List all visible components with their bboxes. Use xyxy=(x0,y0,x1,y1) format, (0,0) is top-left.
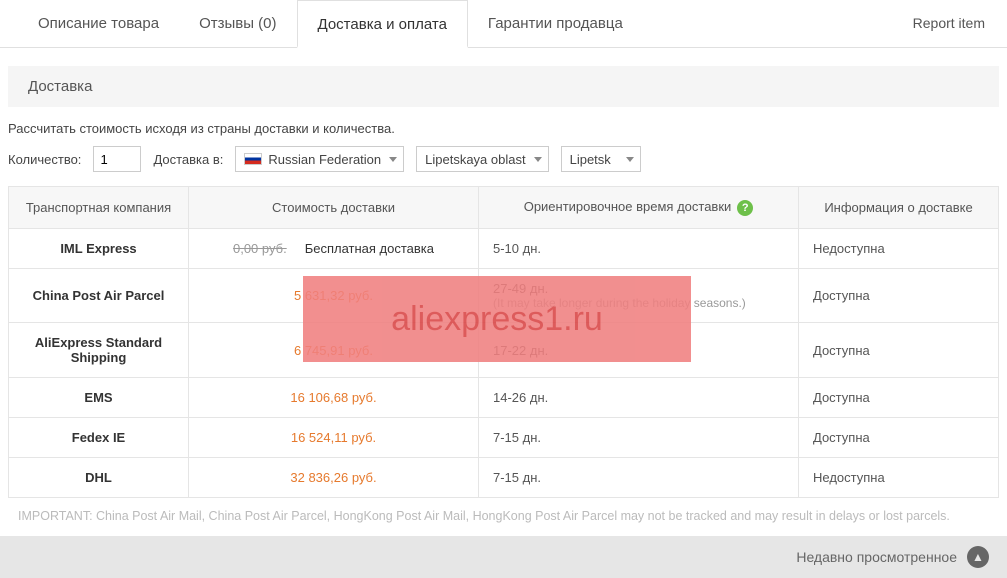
recently-viewed-label: Недавно просмотренное xyxy=(796,549,957,565)
quantity-label: Количество: xyxy=(8,152,81,167)
cell-company: DHL xyxy=(9,458,189,498)
table-row: DHL32 836,26 руб.7-15 дн.Недоступна xyxy=(9,458,999,498)
cell-time: 14-26 дн. xyxy=(479,378,799,418)
th-company: Транспортная компания xyxy=(9,187,189,229)
cell-cost: 16 524,11 руб. xyxy=(189,418,479,458)
cell-company: EMS xyxy=(9,378,189,418)
table-row: IML Express0,00 руб.Бесплатная доставка5… xyxy=(9,229,999,269)
table-row: Fedex IE16 524,11 руб.7-15 дн.Доступна xyxy=(9,418,999,458)
calc-instructions: Рассчитать стоимость исходя из страны до… xyxy=(0,107,1007,146)
tab-reviews[interactable]: Отзывы (0) xyxy=(179,0,296,47)
cell-cost: 16 106,68 руб. xyxy=(189,378,479,418)
tabs-bar: Описание товара Отзывы (0) Доставка и оп… xyxy=(0,0,1007,48)
watermark-text: aliexpress1.ru xyxy=(391,300,603,339)
city-value: Lipetsk xyxy=(570,152,611,167)
cell-company: AliExpress Standard Shipping xyxy=(9,323,189,378)
quantity-input[interactable] xyxy=(93,146,141,172)
cell-time: 7-15 дн. xyxy=(479,418,799,458)
recently-viewed-bar[interactable]: Недавно просмотренное ▲ xyxy=(0,536,1007,578)
region-select[interactable]: Lipetskaya oblast xyxy=(416,146,548,172)
cell-time: 7-15 дн. xyxy=(479,458,799,498)
tab-shipping-payment[interactable]: Доставка и оплата xyxy=(297,0,468,48)
cell-info: Доступна xyxy=(799,378,999,418)
table-row: EMS16 106,68 руб.14-26 дн.Доступна xyxy=(9,378,999,418)
cell-company: China Post Air Parcel xyxy=(9,269,189,323)
cell-info: Доступна xyxy=(799,269,999,323)
th-time: Ориентировочное время доставки? xyxy=(479,187,799,229)
cell-info: Доступна xyxy=(799,418,999,458)
shipping-controls: Количество: Доставка в: Russian Federati… xyxy=(0,146,1007,186)
section-title-shipping: Доставка xyxy=(8,66,999,107)
country-value: Russian Federation xyxy=(268,152,381,167)
th-info: Информация о доставке xyxy=(799,187,999,229)
tab-description[interactable]: Описание товара xyxy=(18,0,179,47)
cell-info: Доступна xyxy=(799,323,999,378)
city-select[interactable]: Lipetsk xyxy=(561,146,641,172)
cell-info: Недоступна xyxy=(799,229,999,269)
cell-company: Fedex IE xyxy=(9,418,189,458)
cell-company: IML Express xyxy=(9,229,189,269)
important-note: IMPORTANT: China Post Air Mail, China Po… xyxy=(0,498,1007,536)
flag-icon xyxy=(244,153,262,165)
report-item-link[interactable]: Report item xyxy=(913,15,985,31)
watermark-overlay: aliexpress1.ru xyxy=(303,276,691,362)
cell-info: Недоступна xyxy=(799,458,999,498)
cell-cost: 0,00 руб.Бесплатная доставка xyxy=(189,229,479,269)
shipto-label: Доставка в: xyxy=(153,152,223,167)
th-cost: Стоимость доставки xyxy=(189,187,479,229)
country-select[interactable]: Russian Federation xyxy=(235,146,404,172)
region-value: Lipetskaya oblast xyxy=(425,152,525,167)
tab-seller-guarantees[interactable]: Гарантии продавца xyxy=(468,0,643,47)
cell-cost: 32 836,26 руб. xyxy=(189,458,479,498)
help-icon[interactable]: ? xyxy=(737,200,753,216)
cell-time: 5-10 дн. xyxy=(479,229,799,269)
